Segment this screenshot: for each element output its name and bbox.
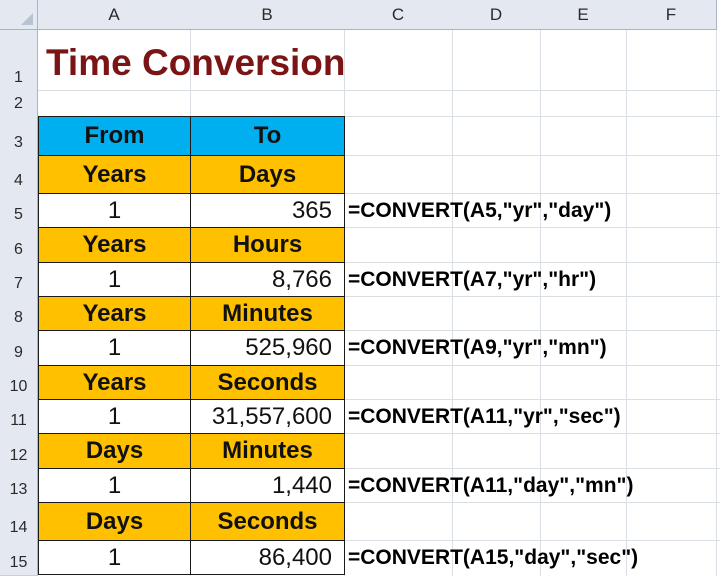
column-header-c[interactable]: C — [344, 0, 453, 30]
column-header-b[interactable]: B — [190, 0, 345, 30]
row-header-1[interactable]: 1 — [0, 30, 38, 91]
result-value-cell[interactable]: 31,557,600 — [190, 399, 345, 434]
header-from-cell[interactable]: From — [38, 116, 191, 156]
header-to-cell[interactable]: To — [190, 116, 345, 156]
column-header-d[interactable]: D — [452, 0, 541, 30]
formula-text[interactable]: =CONVERT(A15,"day","sec") — [348, 540, 638, 575]
input-value-cell[interactable]: 1 — [38, 399, 191, 434]
from-unit-cell[interactable]: Days — [38, 433, 191, 469]
row-header-7[interactable]: 7 — [0, 262, 38, 297]
to-unit-cell[interactable]: Seconds — [190, 502, 345, 541]
to-unit-cell[interactable]: Hours — [190, 227, 345, 263]
from-unit-cell[interactable]: Years — [38, 296, 191, 331]
row-header-10[interactable]: 10 — [0, 365, 38, 400]
input-value-cell[interactable]: 1 — [38, 262, 191, 297]
result-value-cell[interactable]: 525,960 — [190, 330, 345, 366]
row-header-11[interactable]: 11 — [0, 399, 38, 434]
to-unit-cell[interactable]: Seconds — [190, 365, 345, 400]
formula-text[interactable]: =CONVERT(A11,"day","mn") — [348, 468, 633, 503]
input-value-cell[interactable]: 1 — [38, 330, 191, 366]
result-value-cell[interactable]: 8,766 — [190, 262, 345, 297]
column-header-a[interactable]: A — [38, 0, 191, 30]
from-unit-cell[interactable]: Years — [38, 365, 191, 400]
input-value-cell[interactable]: 1 — [38, 193, 191, 228]
to-unit-cell[interactable]: Minutes — [190, 296, 345, 331]
row-header-13[interactable]: 13 — [0, 468, 38, 503]
formula-text[interactable]: =CONVERT(A9,"yr","mn") — [348, 330, 607, 366]
gridline — [716, 30, 717, 576]
input-value-cell[interactable]: 1 — [38, 468, 191, 503]
from-unit-cell[interactable]: Years — [38, 227, 191, 263]
gridline — [38, 90, 720, 91]
row-header-15[interactable]: 15 — [0, 540, 38, 576]
input-value-cell[interactable]: 1 — [38, 540, 191, 575]
row-header-2[interactable]: 2 — [0, 90, 38, 117]
formula-text[interactable]: =CONVERT(A5,"yr","day") — [348, 193, 611, 228]
from-unit-cell[interactable]: Days — [38, 502, 191, 541]
result-value-cell[interactable]: 86,400 — [190, 540, 345, 575]
from-unit-cell[interactable]: Years — [38, 155, 191, 194]
spreadsheet: A B C D E F 1 2 3 4 5 6 7 8 9 10 11 12 1… — [0, 0, 720, 576]
row-header-3[interactable]: 3 — [0, 116, 38, 156]
formula-text[interactable]: =CONVERT(A11,"yr","sec") — [348, 399, 621, 434]
row-header-8[interactable]: 8 — [0, 296, 38, 331]
result-value-cell[interactable]: 1,440 — [190, 468, 345, 503]
row-header-9[interactable]: 9 — [0, 330, 38, 366]
column-header-e[interactable]: E — [540, 0, 627, 30]
row-header-14[interactable]: 14 — [0, 502, 38, 541]
formula-text[interactable]: =CONVERT(A7,"yr","hr") — [348, 262, 596, 297]
to-unit-cell[interactable]: Minutes — [190, 433, 345, 469]
row-header-5[interactable]: 5 — [0, 193, 38, 228]
to-unit-cell[interactable]: Days — [190, 155, 345, 194]
row-header-6[interactable]: 6 — [0, 227, 38, 263]
sheet-title[interactable]: Time Conversion — [46, 38, 346, 88]
row-header-12[interactable]: 12 — [0, 433, 38, 469]
select-all-corner[interactable] — [0, 0, 38, 30]
row-header-4[interactable]: 4 — [0, 155, 38, 194]
column-header-f[interactable]: F — [626, 0, 717, 30]
result-value-cell[interactable]: 365 — [190, 193, 345, 228]
